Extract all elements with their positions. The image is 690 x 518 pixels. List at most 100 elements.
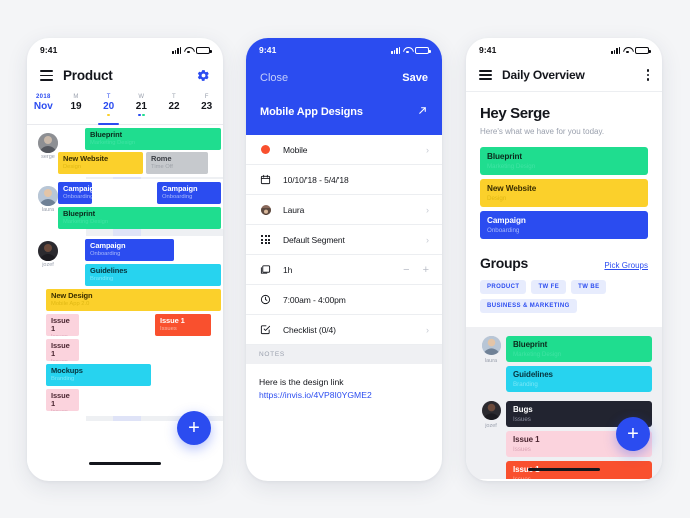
detail-title: Mobile App Designs <box>260 106 363 118</box>
calendar-event[interactable]: New Design Mobile App 2.0 <box>46 289 221 311</box>
card-subtitle: Design <box>487 195 507 202</box>
increment-button[interactable]: + <box>423 264 429 276</box>
agenda-card[interactable]: Blueprint Marketing Design <box>506 336 652 362</box>
detail-row-default-segment[interactable]: Default Segment › <box>246 225 442 255</box>
day-cell-22[interactable]: T 22 <box>158 93 191 124</box>
today-card-list: Blueprint Marketing Design New Website Desi… <box>466 136 662 239</box>
calendar-event[interactable]: Rome Time Off <box>146 152 208 174</box>
calendar-event[interactable]: New Website Design <box>58 152 143 174</box>
cellular-signal-icon <box>172 46 181 54</box>
card-subtitle: Branding <box>513 381 538 388</box>
event-subtitle: Onboarding <box>63 194 92 201</box>
chevron-right-icon: › <box>426 234 429 245</box>
calendar-event[interactable]: Mockups Branding <box>46 364 151 386</box>
day-event-dots <box>107 113 110 117</box>
phone-daily-overview: 9:41 Daily Overview Hey Serge Here's wha… <box>466 38 662 481</box>
detail-field-list: Mobile › 10/10/'18 - 5/4/'18 Laura › Default … <box>246 135 442 345</box>
groups-title: Groups <box>480 255 528 271</box>
calendar-event[interactable]: Blueprint Marketing Design <box>58 207 221 229</box>
calendar-body[interactable]: serge laura jozef Blueprint Marketing Des… <box>27 125 223 471</box>
avatar[interactable] <box>481 401 501 420</box>
pick-groups-link[interactable]: Pick Groups <box>604 261 648 270</box>
cellular-signal-icon <box>391 46 400 54</box>
save-button[interactable]: Save <box>402 72 428 84</box>
add-event-fab[interactable]: + <box>177 411 211 445</box>
day-cell-20[interactable]: T 20 <box>92 93 125 125</box>
card-title: Bugs <box>513 405 533 414</box>
calendar-event[interactable]: Issue 1Issues <box>46 339 79 361</box>
card-title: Blueprint <box>513 340 548 349</box>
today-card[interactable]: Blueprint Marketing Design <box>480 147 648 175</box>
calendar-event[interactable]: Issue 1Issues <box>46 389 79 411</box>
day-cell-nov[interactable]: 2018 Nov <box>27 93 60 124</box>
app-bar: Daily Overview <box>466 62 662 92</box>
gear-icon[interactable] <box>197 69 210 82</box>
battery-icon <box>196 46 212 54</box>
overview-scroll[interactable]: Hey Serge Here's what we have for you to… <box>466 92 662 479</box>
close-button[interactable]: Close <box>260 72 288 84</box>
wifi-icon <box>184 47 193 54</box>
detail-row-label: 10/10/'18 - 5/4/'18 <box>283 174 349 185</box>
agenda-cards: Blueprint Marketing Design Guidelines Brand… <box>506 336 652 392</box>
day-cell-19[interactable]: M 19 <box>60 93 93 124</box>
agenda-card[interactable]: Guidelines Branding <box>506 366 652 392</box>
detail-row-1h[interactable]: 1h − + <box>246 255 442 285</box>
greeting-block: Hey Serge Here's what we have for you to… <box>466 92 662 136</box>
avatar-label: jozef <box>42 262 54 268</box>
event-subtitle: Issues <box>51 409 74 411</box>
avatar[interactable] <box>481 336 501 355</box>
decrement-button[interactable]: − <box>403 264 409 276</box>
agenda-person[interactable]: jozef <box>476 401 506 429</box>
detail-row-10-10-18-5-4-18[interactable]: 10/10/'18 - 5/4/'18 <box>246 165 442 195</box>
group-chip[interactable]: TW BE <box>571 280 607 294</box>
calendar-event[interactable]: CampaignOnboarding <box>157 182 221 204</box>
agenda-row: laura Blueprint Marketing Design Guidelines… <box>466 336 662 392</box>
calendar-event[interactable]: Issue 1Issues <box>46 314 79 336</box>
event-subtitle: Mobile App 2.0 <box>51 301 90 308</box>
calendar-event[interactable]: CampaignOnboarding <box>58 182 92 204</box>
detail-row-checklist-0-4[interactable]: Checklist (0/4) › <box>246 315 442 345</box>
day-strip[interactable]: 2018 Nov M 19 T 20 W 21 T 22 F 23 <box>27 93 223 125</box>
day-cell-21[interactable]: W 21 <box>125 93 158 124</box>
detail-row-7-00am-4-00pm[interactable]: 7:00am - 4:00pm <box>246 285 442 315</box>
avatar[interactable] <box>38 186 58 206</box>
status-time: 9:41 <box>259 45 277 55</box>
calendar-event[interactable]: Blueprint Marketing Design <box>85 128 221 150</box>
group-chip[interactable]: BUSINESS & MARKETING <box>480 299 577 313</box>
detail-row-laura[interactable]: Laura › <box>246 195 442 225</box>
event-title: Issue 1 <box>51 316 70 333</box>
add-item-fab[interactable]: + <box>616 417 650 451</box>
duration-stepper[interactable]: − + <box>403 264 429 276</box>
expand-arrow-icon[interactable] <box>417 103 428 121</box>
avatar[interactable] <box>38 133 58 153</box>
card-title: Campaign <box>487 216 526 225</box>
today-card[interactable]: Campaign Onboarding <box>480 211 648 239</box>
hamburger-icon[interactable] <box>479 69 492 81</box>
day-of-week: 2018 <box>36 94 51 100</box>
calendar-event[interactable]: CampaignOnboarding <box>85 239 174 261</box>
page-title: Daily Overview <box>502 68 585 82</box>
detail-row-label: 1h <box>283 264 293 275</box>
detail-row-label: 7:00am - 4:00pm <box>283 294 346 305</box>
calendar-event[interactable]: Issue 1Issues <box>155 314 211 336</box>
card-subtitle: Onboarding <box>487 227 520 234</box>
card-subtitle: Marketing Design <box>487 163 536 170</box>
event-subtitle: Marketing Design <box>63 219 109 226</box>
today-card[interactable]: New Website Design <box>480 179 648 207</box>
notes-link[interactable]: https://invis.io/4VP8I0YGME2 <box>259 390 372 400</box>
wifi-icon <box>623 47 632 54</box>
day-of-week: W <box>138 94 145 100</box>
hamburger-icon[interactable] <box>40 70 53 81</box>
kebab-icon[interactable] <box>646 69 649 81</box>
calendar-event[interactable]: Guidelines Branding <box>85 264 221 286</box>
avatar[interactable] <box>38 241 58 261</box>
detail-row-mobile[interactable]: Mobile › <box>246 135 442 165</box>
status-bar: 9:41 <box>27 38 223 62</box>
agenda-person[interactable]: laura <box>476 336 506 364</box>
checklist-icon <box>259 324 272 335</box>
agenda-section: laura Blueprint Marketing Design Guidelines… <box>466 327 662 479</box>
group-chip[interactable]: PRODUCT <box>480 280 527 294</box>
group-chip[interactable]: TW FE <box>531 280 567 294</box>
day-cell-23[interactable]: F 23 <box>190 93 223 124</box>
app-bar: Product <box>27 62 223 93</box>
